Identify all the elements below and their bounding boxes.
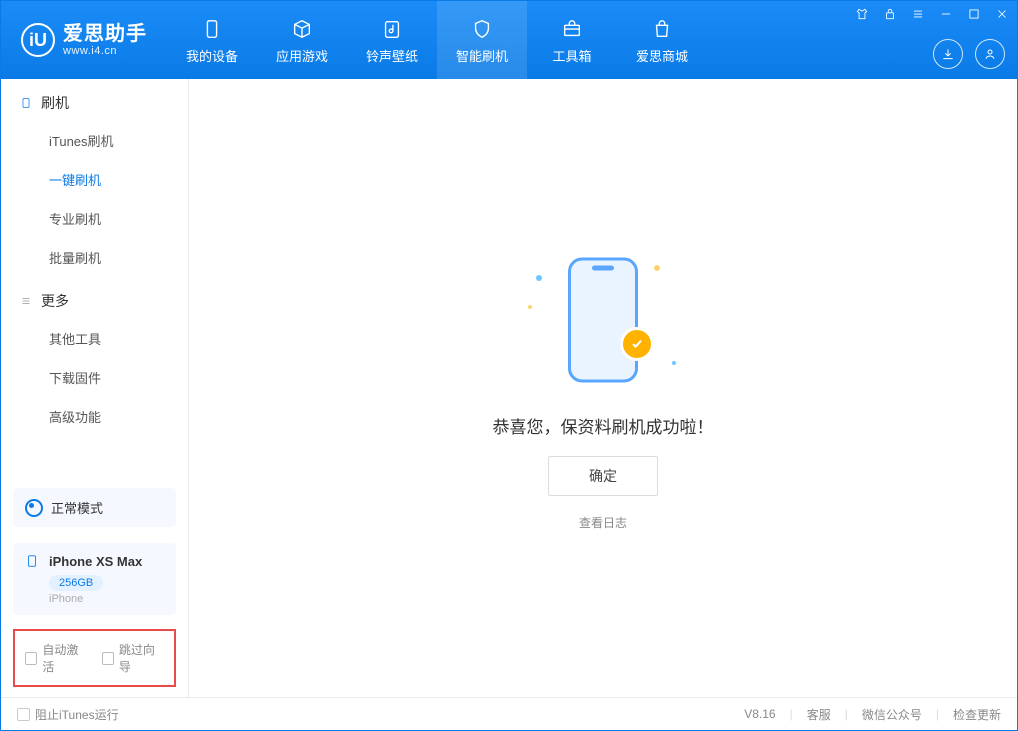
checkbox-skip-guide[interactable]: 跳过向导 xyxy=(102,641,165,675)
logo-area: iU 爱思助手 www.i4.cn xyxy=(1,1,167,79)
sidebar-item-itunes-flash[interactable]: iTunes刷机 xyxy=(1,121,188,160)
nav-label: 我的设备 xyxy=(186,46,238,65)
nav-toolbox[interactable]: 工具箱 xyxy=(527,1,617,79)
checkbox-icon xyxy=(25,652,37,665)
device-name: iPhone XS Max xyxy=(49,554,142,569)
device-icon xyxy=(199,16,225,42)
nav-ringtones[interactable]: 铃声壁纸 xyxy=(347,1,437,79)
cube-icon xyxy=(289,16,315,42)
minimize-button[interactable] xyxy=(937,5,955,23)
sidebar-section-more: 更多 xyxy=(1,277,188,319)
checkbox-label: 跳过向导 xyxy=(119,641,164,675)
device-capacity: 256GB xyxy=(49,575,103,591)
device-type: iPhone xyxy=(49,593,164,605)
mode-card[interactable]: 正常模式 xyxy=(13,488,176,527)
device-card[interactable]: iPhone XS Max 256GB iPhone xyxy=(13,543,176,615)
checkbox-block-itunes[interactable]: 阻止iTunes运行 xyxy=(17,706,119,723)
success-message: 恭喜您，保资料刷机成功啦！ xyxy=(493,413,714,438)
menu-icon[interactable] xyxy=(909,5,927,23)
options-row: 自动激活 跳过向导 xyxy=(13,629,176,687)
sidebar-item-pro-flash[interactable]: 专业刷机 xyxy=(1,199,188,238)
checkbox-icon xyxy=(102,652,114,665)
sidebar-section-flash: 刷机 xyxy=(1,79,188,121)
header-right-buttons xyxy=(933,39,1005,69)
shirt-icon[interactable] xyxy=(853,5,871,23)
phone-icon xyxy=(19,96,33,110)
nav-label: 爱思商城 xyxy=(636,46,688,65)
close-button[interactable] xyxy=(993,5,1011,23)
footer-link-update[interactable]: 检查更新 xyxy=(953,706,1001,723)
nav-label: 铃声壁纸 xyxy=(366,46,418,65)
nav-smart-flash[interactable]: 智能刷机 xyxy=(437,1,527,79)
list-icon xyxy=(19,294,33,308)
maximize-button[interactable] xyxy=(965,5,983,23)
nav-apps-games[interactable]: 应用游戏 xyxy=(257,1,347,79)
sidebar-item-advanced[interactable]: 高级功能 xyxy=(1,397,188,436)
top-nav: 我的设备 应用游戏 铃声壁纸 智能刷机 工具箱 爱思商城 xyxy=(167,1,707,79)
nav-label: 应用游戏 xyxy=(276,46,328,65)
mode-icon xyxy=(25,499,43,517)
nav-store[interactable]: 爱思商城 xyxy=(617,1,707,79)
checkbox-auto-activate[interactable]: 自动激活 xyxy=(25,641,88,675)
window-controls xyxy=(853,5,1011,23)
sidebar-item-oneclick-flash[interactable]: 一键刷机 xyxy=(1,160,188,199)
footer-link-service[interactable]: 客服 xyxy=(807,706,831,723)
logo-icon: iU xyxy=(21,23,55,57)
nav-my-device[interactable]: 我的设备 xyxy=(167,1,257,79)
bag-icon xyxy=(649,16,675,42)
ok-button[interactable]: 确定 xyxy=(548,456,658,496)
view-log-link[interactable]: 查看日志 xyxy=(579,514,627,531)
checkbox-icon xyxy=(17,708,30,721)
sidebar-item-download-firmware[interactable]: 下载固件 xyxy=(1,358,188,397)
nav-label: 工具箱 xyxy=(552,46,591,65)
body: 刷机 iTunes刷机 一键刷机 专业刷机 批量刷机 更多 其他工具 下载固件 … xyxy=(1,79,1017,697)
section-title: 更多 xyxy=(41,291,69,311)
music-icon xyxy=(379,16,405,42)
app-title: 爱思助手 xyxy=(63,23,147,45)
check-badge-icon xyxy=(620,327,654,361)
shield-icon xyxy=(469,16,495,42)
phone-graphic xyxy=(568,258,638,383)
success-illustration xyxy=(528,245,678,395)
app-header: iU 爱思助手 www.i4.cn 我的设备 应用游戏 铃声壁纸 智能刷机 工具… xyxy=(1,1,1017,79)
checkbox-label: 阻止iTunes运行 xyxy=(35,706,119,723)
toolbox-icon xyxy=(559,16,585,42)
device-icon xyxy=(25,553,41,569)
user-button[interactable] xyxy=(975,39,1005,69)
version-label: V8.16 xyxy=(744,707,775,721)
app-url: www.i4.cn xyxy=(63,45,147,57)
status-bar: 阻止iTunes运行 V8.16 | 客服 | 微信公众号 | 检查更新 xyxy=(1,697,1017,730)
section-title: 刷机 xyxy=(41,93,69,113)
main-content: 恭喜您，保资料刷机成功啦！ 确定 查看日志 xyxy=(189,79,1017,697)
footer-link-wechat[interactable]: 微信公众号 xyxy=(862,706,922,723)
sidebar-item-other-tools[interactable]: 其他工具 xyxy=(1,319,188,358)
sidebar: 刷机 iTunes刷机 一键刷机 专业刷机 批量刷机 更多 其他工具 下载固件 … xyxy=(1,79,189,697)
download-button[interactable] xyxy=(933,39,963,69)
nav-label: 智能刷机 xyxy=(456,46,508,65)
lock-icon[interactable] xyxy=(881,5,899,23)
mode-label: 正常模式 xyxy=(51,498,103,517)
checkbox-label: 自动激活 xyxy=(42,641,87,675)
sidebar-item-batch-flash[interactable]: 批量刷机 xyxy=(1,238,188,277)
